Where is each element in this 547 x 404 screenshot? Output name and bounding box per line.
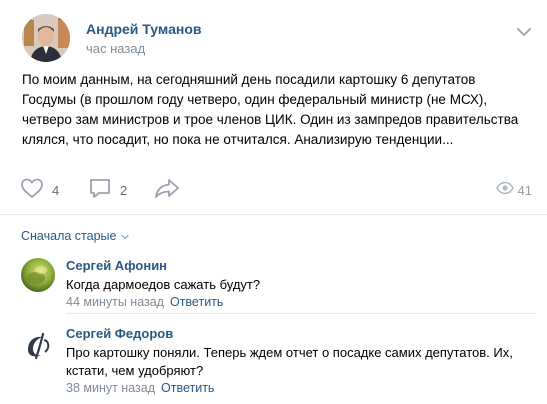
comment-item: Сергей Федоров Про картошку поняли. Тепе… [21,326,536,396]
commenter-name[interactable]: Сергей Федоров [66,326,173,341]
comment-time[interactable]: 44 минуты назад [66,295,164,309]
comment-time[interactable]: 38 минут назад [66,381,155,395]
post-header: Андрей Туманов час назад [22,14,532,62]
comment-button[interactable]: 2 [88,177,127,203]
eye-icon [495,181,514,200]
comment-text: Когда дармоедов сажать будут? [66,277,261,292]
reply-button[interactable]: Ответить [170,295,223,309]
commenter-avatar[interactable] [21,328,55,362]
reply-button[interactable]: Ответить [161,381,214,395]
comment-bubble-icon [88,176,112,205]
comment-item: Сергей Афонин Когда дармоедов сажать буд… [21,258,536,309]
chevron-down-icon[interactable] [516,24,532,36]
divider [0,214,547,215]
comment-divider [66,313,536,314]
comments-sort-selector[interactable]: Сначала старые [21,229,130,243]
chevron-down-icon [116,229,130,243]
like-button[interactable]: 4 [20,177,59,203]
comment-text: Про картошку поняли. Теперь ждем отчет о… [66,345,513,378]
comment-meta: 38 минут назад Ответить [66,381,214,395]
commenter-avatar[interactable] [21,258,55,292]
post-time[interactable]: час назад [86,41,145,56]
sort-label: Сначала старые [21,229,117,243]
views-count: 41 [517,182,532,198]
post-actions: 4 2 41 [20,177,532,203]
post-text: По моим данным, на сегодняшний день поса… [22,72,519,147]
like-count: 4 [52,182,60,198]
share-button[interactable] [154,177,180,203]
heart-icon [20,177,44,204]
commenter-name[interactable]: Сергей Афонин [66,258,167,273]
post-author-name[interactable]: Андрей Туманов [86,21,201,37]
comment-count: 2 [120,182,128,198]
comment-meta: 44 минуты назад Ответить [66,295,223,309]
share-arrow-icon [154,177,180,204]
author-avatar[interactable] [22,14,70,62]
views-counter: 41 [495,177,532,203]
